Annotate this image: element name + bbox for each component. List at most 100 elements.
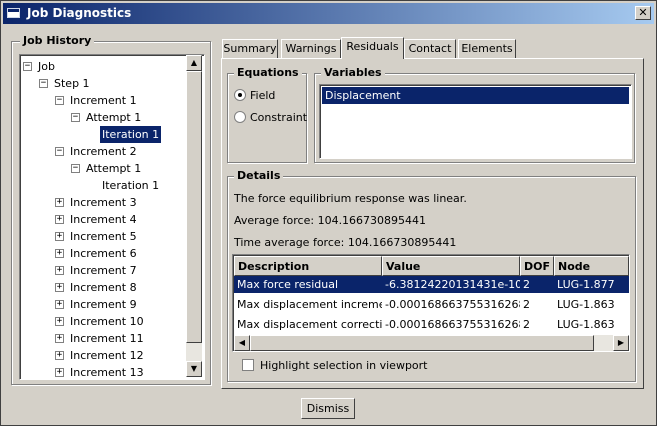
tree-item-label: Increment 11 (70, 332, 144, 345)
residuals-table: Description Value DOF Node Max force res… (232, 254, 630, 352)
expand-icon[interactable]: + (55, 368, 64, 377)
highlight-checkbox[interactable]: Highlight selection in viewport (242, 358, 442, 374)
constraint-radio-label: Constraint (250, 111, 308, 124)
scroll-down-button[interactable]: ▼ (186, 361, 202, 377)
tree-item-label: Increment 3 (70, 196, 137, 209)
tree-item-label: Increment 7 (70, 264, 137, 277)
table-horizontal-scrollbar[interactable]: ◀ ▶ (234, 335, 629, 351)
tab-residuals[interactable]: Residuals (341, 37, 404, 59)
tab-summary[interactable]: Summary (222, 39, 278, 58)
cell-description: Max force residual (234, 276, 382, 293)
collapse-icon[interactable]: − (55, 147, 64, 156)
tree-item-label: Increment 10 (70, 315, 144, 328)
tree-item[interactable]: − Step 1 (20, 75, 186, 92)
tab-warnings-label: Warnings (285, 42, 337, 55)
scroll-up-button[interactable]: ▲ (186, 55, 202, 71)
horizontal-scroll-thumb[interactable] (250, 335, 594, 351)
tree-scrollbar[interactable]: ▲ ▼ (186, 55, 202, 377)
column-header-description[interactable]: Description (234, 256, 382, 276)
cell-node: LUG-1.863 (557, 318, 615, 331)
cell-description: Max displacement correction (237, 318, 382, 331)
tree-item[interactable]: + Increment 12 (20, 347, 186, 364)
tab-elements[interactable]: Elements (458, 39, 516, 58)
tree-item[interactable]: − Attempt 1 (20, 109, 186, 126)
tree-item-label: Attempt 1 (86, 111, 142, 124)
equations-label: Equations (234, 66, 302, 79)
job-history-tree[interactable]: − Job − Step 1− Increment 1− Attempt 1 Iterati… (19, 54, 205, 380)
tree-item-label: Increment 2 (70, 145, 137, 158)
collapse-icon[interactable]: − (71, 164, 80, 173)
details-group: Details The force equilibrium response w… (227, 169, 636, 382)
tree-content: − Job − Step 1− Increment 1− Attempt 1 Iterati… (20, 55, 186, 377)
constraint-radio-indicator[interactable] (234, 111, 246, 123)
tree-item[interactable]: Iteration 1 (20, 177, 186, 194)
collapse-icon[interactable]: − (39, 79, 48, 88)
expand-icon[interactable]: + (55, 334, 64, 343)
collapse-icon[interactable]: − (55, 96, 64, 105)
variables-label: Variables (321, 66, 385, 79)
variable-item-displacement[interactable]: Displacement (322, 87, 629, 104)
details-label: Details (234, 169, 284, 182)
tree-item[interactable]: − Increment 2 (20, 143, 186, 160)
tree-item[interactable]: + Increment 5 (20, 228, 186, 245)
tree-item[interactable]: + Increment 6 (20, 245, 186, 262)
scroll-thumb[interactable] (186, 71, 202, 343)
tab-warnings[interactable]: Warnings (281, 39, 341, 58)
expand-icon[interactable]: + (55, 266, 64, 275)
expand-icon[interactable]: + (55, 198, 64, 207)
collapse-icon[interactable]: − (23, 62, 32, 71)
tree-item[interactable]: + Increment 7 (20, 262, 186, 279)
job-history-label: Job History (20, 34, 95, 47)
equations-group: Equations Field Constraint (227, 66, 308, 163)
arrow-up-icon: ▲ (190, 58, 198, 67)
expand-icon[interactable]: + (55, 283, 64, 292)
scroll-left-button[interactable]: ◀ (234, 335, 250, 351)
details-time-average-force: Time average force: 104.166730895441 (234, 236, 457, 249)
tree-item[interactable]: − Attempt 1 (20, 160, 186, 177)
dismiss-button-label: Dismiss (306, 402, 350, 415)
tree-item[interactable]: − Job (20, 58, 186, 75)
constraint-radio[interactable]: Constraint (234, 110, 308, 126)
variables-list[interactable]: Displacement (319, 84, 632, 159)
tab-contact[interactable]: Contact (404, 39, 456, 58)
dismiss-button[interactable]: Dismiss (301, 398, 355, 419)
column-header-value[interactable]: Value (382, 256, 520, 276)
tree-item[interactable]: + Increment 13 (20, 364, 186, 377)
tree-item[interactable]: + Increment 4 (20, 211, 186, 228)
residuals-panel: Equations Field Constraint Variables Dis… (221, 58, 644, 389)
details-average-force: Average force: 104.166730895441 (234, 214, 427, 227)
expand-icon[interactable]: + (55, 317, 64, 326)
tab-elements-label: Elements (461, 42, 513, 55)
tree-item[interactable]: − Increment 1 (20, 92, 186, 109)
tree-item-label: Iteration 1 (102, 179, 160, 192)
expand-icon[interactable]: + (55, 232, 64, 241)
tab-residuals-label: Residuals (346, 40, 399, 53)
title-bar: Job Diagnostics ✕ (3, 3, 654, 24)
collapse-icon[interactable]: − (71, 113, 80, 122)
tree-item-label: Step 1 (54, 77, 90, 90)
expand-icon[interactable]: + (55, 351, 64, 360)
arrow-down-icon: ▼ (190, 364, 198, 373)
window-icon (7, 8, 20, 18)
tree-item[interactable]: + Increment 9 (20, 296, 186, 313)
field-radio-label: Field (250, 89, 276, 102)
tree-item[interactable]: + Increment 11 (20, 330, 186, 347)
expand-icon[interactable]: + (55, 300, 64, 309)
tree-item[interactable]: + Increment 8 (20, 279, 186, 296)
cell-node: LUG-1.877 (554, 276, 629, 293)
expand-icon[interactable]: + (55, 215, 64, 224)
column-header-node[interactable]: Node (554, 256, 629, 276)
cell-dof: 2 (523, 318, 530, 331)
highlight-checkbox-box[interactable] (242, 359, 254, 371)
scroll-right-button[interactable]: ▶ (613, 335, 629, 351)
tree-item[interactable]: Iteration 1 (20, 126, 186, 143)
tree-item-label: Job (38, 60, 55, 73)
expand-icon[interactable]: + (55, 249, 64, 258)
tree-item[interactable]: + Increment 3 (20, 194, 186, 211)
tree-item-label: Increment 4 (70, 213, 137, 226)
field-radio-indicator[interactable] (234, 89, 246, 101)
tree-item[interactable]: + Increment 10 (20, 313, 186, 330)
column-header-dof[interactable]: DOF (520, 256, 554, 276)
close-button[interactable]: ✕ (635, 6, 651, 20)
field-radio[interactable]: Field (234, 88, 304, 104)
